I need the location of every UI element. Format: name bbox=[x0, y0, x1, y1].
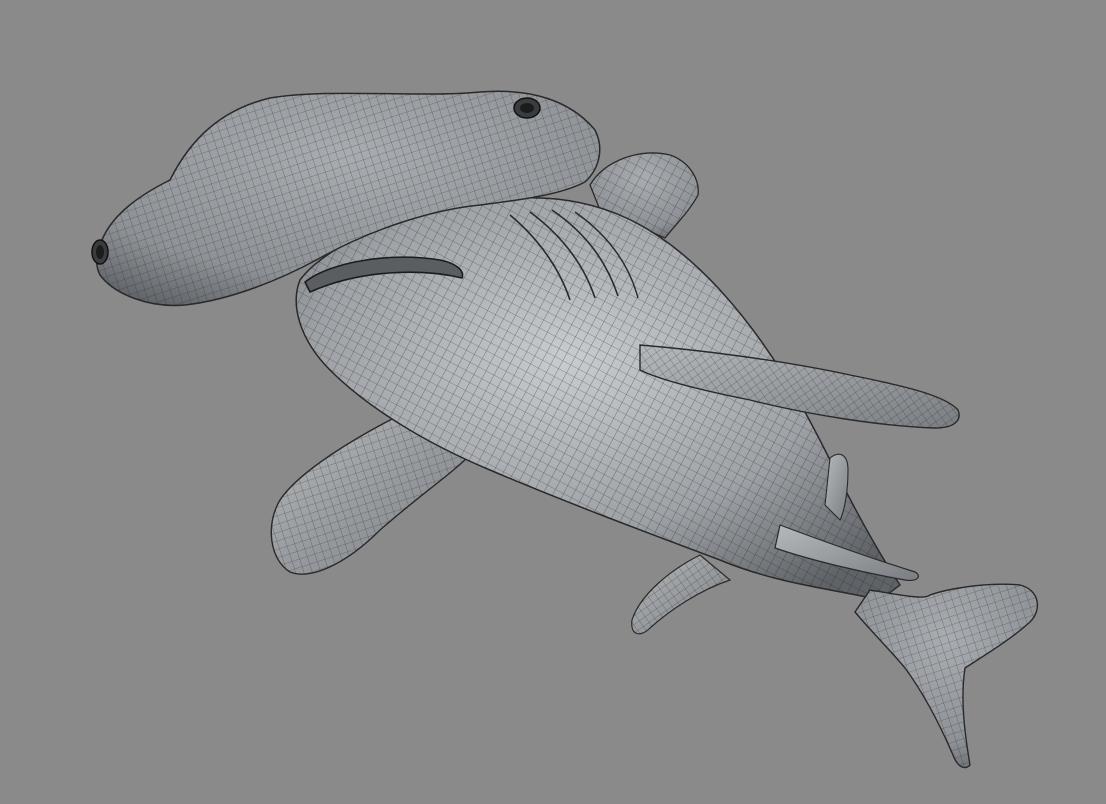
pelvic-fin bbox=[631, 554, 732, 635]
caudal-fin bbox=[854, 583, 1039, 769]
left-eye bbox=[91, 239, 109, 265]
right-eye bbox=[513, 97, 541, 119]
shark-model-render bbox=[91, 90, 1039, 769]
3d-viewport[interactable] bbox=[0, 0, 1106, 804]
